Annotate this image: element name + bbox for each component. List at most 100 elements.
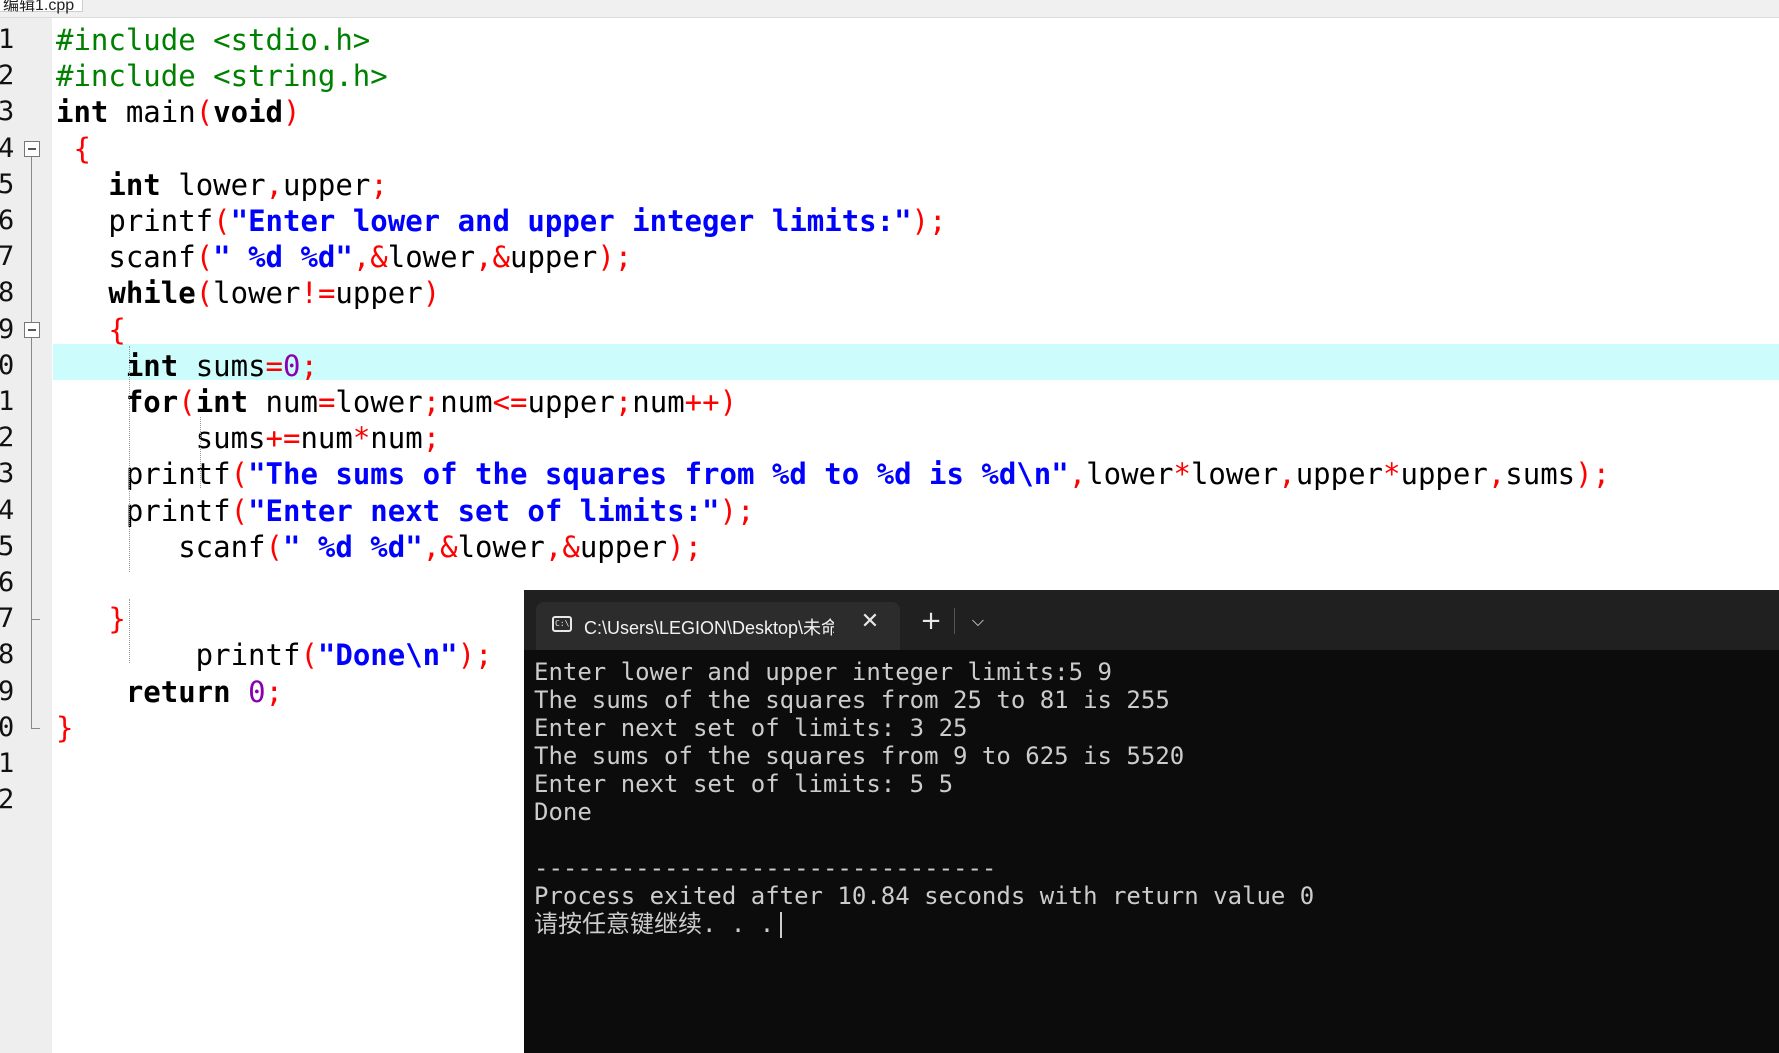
code-line[interactable]: #include <string.h>	[56, 58, 388, 94]
code-token: #include <stdio.h>	[56, 23, 371, 57]
code-token: }	[108, 602, 126, 637]
indent-guide	[129, 346, 130, 572]
code-token: printf	[56, 204, 214, 238]
code-token: 0	[283, 348, 301, 383]
code-token: printf	[56, 493, 231, 528]
code-token: <=	[492, 385, 528, 419]
line-number: 9	[0, 675, 15, 707]
code-token: 0	[248, 674, 266, 709]
code-token: );	[1575, 457, 1611, 492]
code-token: ;	[614, 385, 633, 419]
console-output-line: Enter next set of limits: 5 5	[534, 770, 1314, 798]
code-token: ;	[370, 167, 388, 202]
code-line[interactable]: printf("Done\n");	[56, 637, 493, 673]
code-line[interactable]: }	[56, 601, 126, 637]
line-number: 2	[0, 784, 15, 816]
new-tab-button[interactable]: +	[918, 608, 944, 634]
console-title-bar: C:\ C:\Users\LEGION\Desktop\未命名1.exe ✕ +…	[524, 590, 1779, 650]
code-token: main	[108, 95, 196, 130]
line-number: 5	[0, 530, 15, 562]
code-token: num	[632, 385, 685, 419]
code-line[interactable]: {	[56, 131, 91, 167]
code-line[interactable]: }	[56, 710, 73, 746]
editor-tab-strip: 编辑1.cpp	[0, 0, 1779, 18]
code-line[interactable]: for(int num=lower;num<=upper;num++)	[56, 384, 737, 420]
console-output-text: Enter next set of limits: 3 25	[534, 714, 968, 742]
chevron-down-icon[interactable]: ⌵	[966, 608, 990, 634]
code-token: scanf	[56, 240, 196, 275]
code-token: {	[108, 312, 126, 347]
code-token: (	[195, 276, 214, 311]
console-window[interactable]: C:\ C:\Users\LEGION\Desktop\未命名1.exe ✕ +…	[524, 590, 1779, 1053]
code-token: (	[195, 240, 214, 275]
file-tab[interactable]: 编辑1.cpp	[0, 0, 84, 14]
code-line[interactable]: scanf(" %d %d",&lower,&upper);	[56, 239, 632, 275]
code-token: ,	[265, 167, 284, 202]
fold-toggle-icon[interactable]	[24, 140, 40, 157]
fold-end-mark	[31, 619, 40, 621]
code-token: "The sums of the squares from %d to %d i…	[248, 457, 1069, 492]
code-token: ,	[1487, 457, 1506, 492]
console-output-line: Enter next set of limits: 3 25	[534, 714, 1314, 742]
line-number-gutter: 1 2 3 4 5 6 7 8 9 0 1 2 3 4 5 6 7 8 9 0 1 2	[0, 18, 52, 1053]
line-number: 5	[0, 168, 15, 200]
line-number: 8	[0, 277, 15, 309]
indent-guide	[129, 599, 130, 663]
console-tab[interactable]: C:\ C:\Users\LEGION\Desktop\未命名1.exe ✕	[536, 602, 900, 650]
code-token: (	[178, 385, 196, 419]
line-number: 2	[0, 422, 15, 454]
fold-end-mark	[31, 727, 40, 729]
close-icon[interactable]: ✕	[858, 610, 882, 634]
code-token: int	[195, 385, 249, 419]
console-output-line: 请按任意键继续. . .	[534, 910, 1314, 938]
code-token: *	[1173, 457, 1191, 492]
console-output-text: Done	[534, 798, 592, 826]
line-number: 0	[0, 349, 15, 381]
code-line[interactable]: printf("The sums of the squares from %d …	[56, 456, 1610, 492]
code-token: ,&	[475, 240, 510, 275]
code-line[interactable]: return 0;	[56, 674, 283, 710]
code-line[interactable]: while(lower!=upper)	[56, 275, 440, 311]
code-token: (	[265, 529, 283, 564]
indent-guide	[200, 417, 201, 488]
code-token: lower	[1086, 457, 1174, 492]
line-number: 1	[0, 24, 15, 55]
code-token: ;	[300, 348, 318, 383]
line-number: 9	[0, 313, 15, 345]
code-token: ,&	[352, 240, 388, 275]
code-token: "Done\n"	[317, 638, 458, 673]
code-token: );	[457, 638, 493, 673]
code-line[interactable]: int lower,upper;	[56, 167, 388, 203]
code-token: "Enter lower and upper integer limits:"	[230, 204, 912, 238]
code-token: ,	[1278, 457, 1296, 492]
code-line[interactable]: #include <stdio.h>	[56, 22, 370, 58]
code-token: " %d %d"	[213, 240, 353, 275]
code-token: lower	[387, 240, 476, 275]
fold-toggle-icon[interactable]	[24, 321, 40, 338]
code-token: upper	[579, 529, 668, 564]
code-line[interactable]: scanf(" %d %d",&lower,&upper);	[56, 529, 702, 565]
console-output-line: Enter lower and upper integer limits:5 9	[534, 658, 1314, 686]
console-output-line: The sums of the squares from 9 to 625 is…	[534, 742, 1314, 770]
code-token: return	[125, 674, 231, 709]
code-token: upper	[283, 167, 371, 202]
code-line[interactable]: {	[56, 312, 126, 348]
code-token: while	[108, 276, 196, 311]
console-output-text: The sums of the squares from 25 to 81 is…	[534, 686, 1170, 714]
code-token: sums	[178, 348, 266, 383]
code-token: lower	[160, 167, 266, 202]
code-token: );	[597, 240, 633, 275]
code-line[interactable]: sums+=num*num;	[56, 420, 440, 456]
line-number: 3	[0, 458, 15, 490]
code-token: for	[125, 385, 179, 419]
code-line[interactable]: printf("Enter next set of limits:");	[56, 493, 755, 529]
code-line[interactable]: printf("Enter lower and upper integer li…	[56, 203, 946, 239]
code-token: int	[108, 167, 161, 202]
code-line[interactable]: int main(void)	[56, 94, 300, 130]
code-token: {	[73, 131, 91, 166]
code-line[interactable]: int sums=0;	[56, 348, 318, 384]
line-number: 4	[0, 132, 15, 164]
line-number: 1	[0, 748, 15, 779]
